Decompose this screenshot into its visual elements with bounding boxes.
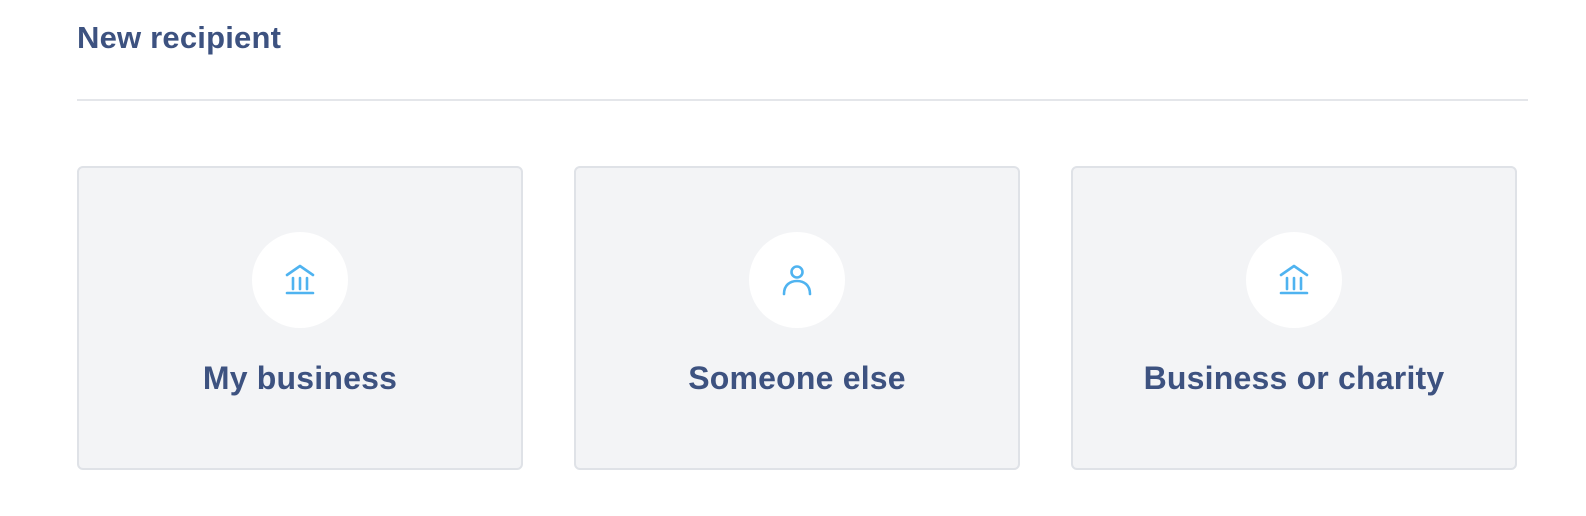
title-divider [77, 99, 1528, 101]
recipient-type-options: My business Someone else Business or cha… [77, 166, 1521, 474]
option-card-business-or-charity[interactable]: Business or charity [1071, 166, 1517, 470]
icon-badge [749, 232, 845, 328]
person-icon [782, 265, 812, 296]
option-label: Business or charity [1143, 360, 1445, 396]
bank-icon [1279, 264, 1309, 295]
icon-badge [252, 232, 348, 328]
option-label: My business [202, 360, 398, 396]
option-card-someone-else[interactable]: Someone else [574, 166, 1020, 470]
page-title: New recipient [77, 20, 282, 55]
option-label: Someone else [688, 360, 906, 396]
bank-icon [285, 264, 315, 295]
icon-badge [1246, 232, 1342, 328]
option-card-my-business[interactable]: My business [77, 166, 523, 470]
